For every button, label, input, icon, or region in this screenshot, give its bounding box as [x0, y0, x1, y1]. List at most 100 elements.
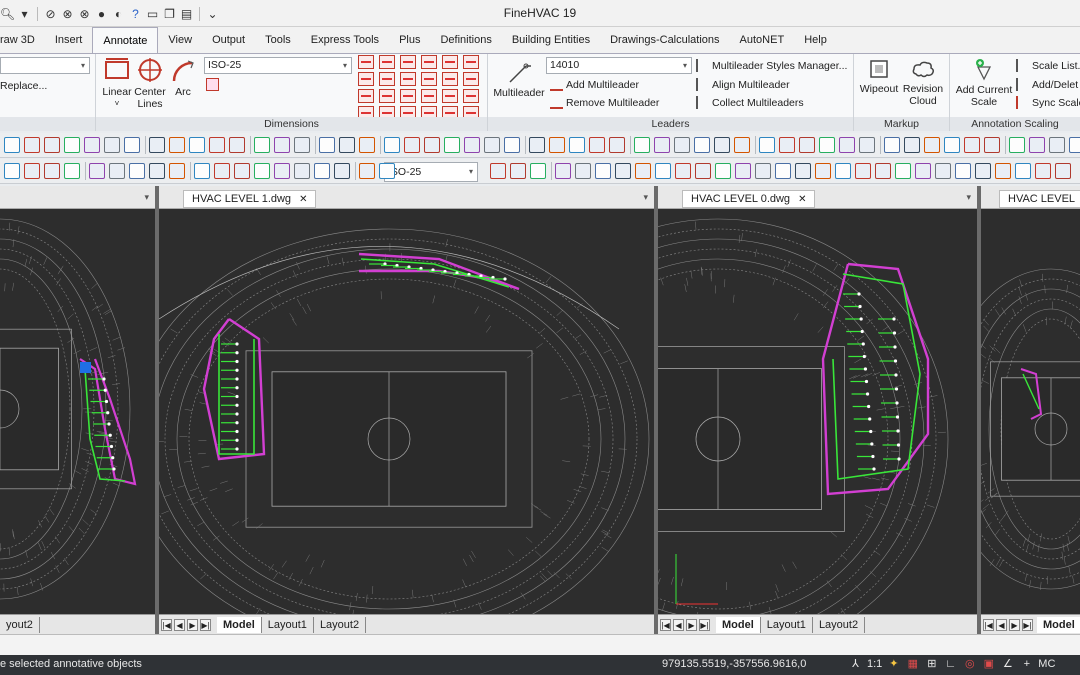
layout-tab-model[interactable]: Model — [716, 616, 761, 633]
toolbar-tool-icon[interactable] — [294, 163, 310, 179]
toolbar-tool-icon[interactable] — [359, 137, 375, 153]
toolbar-tool-icon[interactable] — [855, 163, 871, 179]
osnap-icon[interactable]: ▣ — [981, 657, 996, 672]
toolbar-tool-icon[interactable] — [169, 137, 185, 153]
text-style-combo[interactable]: ▾ — [0, 57, 90, 74]
toolbar-tool-icon[interactable] — [189, 137, 205, 153]
add-current-scale-button[interactable]: Add Current Scale — [952, 57, 1016, 108]
toolbar-tool-icon[interactable] — [149, 163, 165, 179]
toolbar-tool-icon[interactable] — [24, 163, 40, 179]
toolbar-tool-icon[interactable] — [339, 137, 355, 153]
toolbar-tool-icon[interactable] — [1049, 137, 1065, 153]
polar-icon[interactable]: ◎ — [962, 657, 977, 672]
dimensions-panel-title[interactable]: Dimensions — [96, 117, 487, 131]
ortho-icon[interactable]: ∟ — [943, 657, 958, 672]
toolbar-tool-icon[interactable] — [775, 163, 791, 179]
toolbar-tool-icon[interactable] — [490, 163, 506, 179]
toolbar-tool-icon[interactable] — [314, 163, 330, 179]
toolbar-tool-icon[interactable] — [839, 137, 855, 153]
last-layout-icon[interactable]: ▶| — [699, 618, 710, 631]
leaders-panel-title[interactable]: Leaders — [488, 117, 853, 131]
tab-autonet[interactable]: AutoNET — [730, 27, 795, 53]
toolbar-tool-icon[interactable] — [104, 137, 120, 153]
toolbar-tool-icon[interactable] — [635, 163, 651, 179]
drawing-canvas[interactable] — [658, 209, 977, 614]
toolbar-tool-icon[interactable] — [24, 137, 40, 153]
layout-tab-layout2[interactable]: Layout2 — [314, 616, 367, 633]
close-icon[interactable]: ✕ — [798, 194, 806, 205]
last-layout-icon[interactable]: ▶| — [200, 618, 211, 631]
collect-multileaders-button[interactable]: Collect Multileaders — [696, 94, 804, 111]
layout-tab-layout1[interactable]: Layout1 — [761, 616, 813, 633]
toolbar-tool-icon[interactable] — [615, 163, 631, 179]
toolbar-tool-icon[interactable] — [799, 137, 815, 153]
toolbar-tool-icon[interactable] — [714, 137, 730, 153]
otrack-icon[interactable]: ∠ — [1000, 657, 1015, 672]
multileader-button[interactable]: Multileader — [490, 60, 548, 99]
document-tab[interactable]: HVAC LEVEL 1.dwg ✕ — [183, 190, 317, 208]
toolbar-tool-icon[interactable] — [359, 163, 375, 179]
toolbar-tool-icon[interactable] — [819, 137, 835, 153]
prev-layout-icon[interactable]: ◀ — [996, 618, 1007, 631]
next-layout-icon[interactable]: ▶ — [1009, 618, 1020, 631]
toolbar-tool-icon[interactable] — [734, 137, 750, 153]
toolbar-tool-icon[interactable] — [504, 137, 520, 153]
toolbar-tool-icon[interactable] — [655, 163, 671, 179]
tab-draw-3d[interactable]: raw 3D — [0, 27, 45, 53]
toolbar-tool-icon[interactable] — [875, 163, 891, 179]
arc-dimension-button[interactable]: Arc — [168, 57, 198, 98]
toolbar-tool-icon[interactable] — [404, 137, 420, 153]
command-line[interactable] — [0, 634, 1080, 655]
toolbar-tool-icon[interactable] — [89, 163, 105, 179]
toolbar-tool-icon[interactable] — [1069, 137, 1080, 153]
toolbar-tool-icon[interactable] — [779, 137, 795, 153]
tab-plus[interactable]: Plus — [389, 27, 430, 53]
layout-tab-model[interactable]: Model — [217, 616, 262, 633]
dimension-update-icon[interactable] — [206, 78, 219, 91]
dimension-style-combo[interactable]: ISO-25 ▾ — [204, 57, 352, 74]
scale-list-button[interactable]: Scale List... — [1016, 57, 1080, 74]
tab-view[interactable]: View — [158, 27, 202, 53]
toolbar-tool-icon[interactable] — [1035, 163, 1051, 179]
tab-insert[interactable]: Insert — [45, 27, 93, 53]
document-tab[interactable]: HVAC LEVEL B1 — [999, 190, 1080, 221]
mode-label[interactable]: MC — [1038, 657, 1055, 672]
window-menu-icon[interactable]: ▾ — [966, 192, 971, 203]
tab-building-entities[interactable]: Building Entities — [502, 27, 600, 53]
toolbar-tool-icon[interactable] — [935, 163, 951, 179]
add-multileader-button[interactable]: Add Multileader — [550, 76, 639, 93]
autoscale-icon[interactable]: ▦ — [905, 657, 920, 672]
toolbar-tool-icon[interactable] — [169, 163, 185, 179]
toolbar-tool-icon[interactable] — [529, 137, 545, 153]
first-layout-icon[interactable]: |◀ — [161, 618, 172, 631]
toolbar-tool-icon[interactable] — [955, 163, 971, 179]
toolbar-tool-icon[interactable] — [995, 163, 1011, 179]
tab-tools[interactable]: Tools — [255, 27, 301, 53]
toolbar-tool-icon[interactable] — [129, 163, 145, 179]
toolbar-tool-icon[interactable] — [484, 137, 500, 153]
annotation-scale-value[interactable]: 1:1 — [867, 657, 882, 672]
toolbar-tool-icon[interactable] — [694, 137, 710, 153]
crosshair-icon[interactable]: + — [1019, 657, 1034, 672]
toolbar-tool-icon[interactable] — [44, 137, 60, 153]
toolbar-tool-icon[interactable] — [595, 163, 611, 179]
toolbar-tool-icon[interactable] — [274, 163, 290, 179]
toolbar-tool-icon[interactable] — [755, 163, 771, 179]
layout-tab-layout1[interactable]: Layout1 — [262, 616, 314, 633]
toolbar-tool-icon[interactable] — [149, 137, 165, 153]
drawing-canvas[interactable] — [0, 209, 155, 614]
toolbar-tool-icon[interactable] — [64, 163, 80, 179]
toolbar-tool-icon[interactable] — [695, 163, 711, 179]
align-multileader-button[interactable]: Align Multileader — [696, 76, 790, 93]
toolbar-tool-icon[interactable] — [209, 137, 225, 153]
close-icon[interactable]: ✕ — [299, 194, 307, 205]
tab-drawings-calculations[interactable]: Drawings-Calculations — [600, 27, 729, 53]
multileader-styles-manager-button[interactable]: Multileader Styles Manager... — [696, 57, 847, 74]
toolbar-tool-icon[interactable] — [674, 137, 690, 153]
toolbar-tool-icon[interactable] — [334, 163, 350, 179]
multileader-style-combo[interactable]: 14010 ▾ — [546, 57, 692, 74]
annotation-visibility-icon[interactable]: ✦ — [886, 657, 901, 672]
next-layout-icon[interactable]: ▶ — [187, 618, 198, 631]
toolbar-tool-icon[interactable] — [759, 137, 775, 153]
toolbar-tool-icon[interactable] — [815, 163, 831, 179]
